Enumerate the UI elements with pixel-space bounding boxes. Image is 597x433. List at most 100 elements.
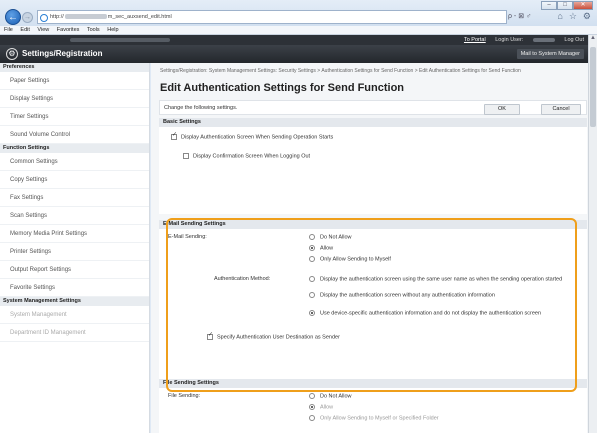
sidebar-item-department-id[interactable]: Department ID Management xyxy=(0,324,149,342)
ok-button[interactable]: OK xyxy=(484,104,520,115)
basic-settings-section: Basic Settings Display Authentication Sc… xyxy=(159,118,587,214)
scroll-up-icon[interactable]: ▲ xyxy=(589,35,597,45)
sidebar-item-display-settings[interactable]: Display Settings xyxy=(0,90,149,108)
sidebar-section-preferences: Preferences xyxy=(0,63,149,72)
display-auth-label: Display Authentication Screen When Sendi… xyxy=(181,134,334,141)
back-button[interactable]: ← xyxy=(5,9,21,25)
window-controls: – □ ✕ xyxy=(541,1,593,10)
email-opt-not-allow[interactable]: Do Not Allow xyxy=(309,234,352,241)
maximize-button[interactable]: □ xyxy=(557,1,573,10)
sidebar-section-function: Function Settings xyxy=(0,144,149,153)
sidebar-section-system-management: System Management Settings xyxy=(0,297,149,306)
display-confirm-label: Display Confirmation Screen When Logging… xyxy=(193,153,311,160)
mail-to-admin-button[interactable]: Mail to System Manager xyxy=(516,49,584,59)
display-auth-checkbox[interactable] xyxy=(171,132,177,140)
specify-dest-label: Specify Authentication User Destination … xyxy=(217,334,340,341)
file-opt-only[interactable]: Only Allow Sending to Myself or Specifie… xyxy=(309,415,439,422)
email-not-allow-radio[interactable] xyxy=(309,234,315,240)
sidebar-item-common-settings[interactable]: Common Settings xyxy=(0,153,149,171)
auth-same-user-radio[interactable] xyxy=(309,276,315,282)
sidebar-item-favorite-settings[interactable]: Favorite Settings xyxy=(0,279,149,297)
menu-help[interactable]: Help xyxy=(107,27,118,33)
file-only-radio[interactable] xyxy=(309,415,315,421)
device-name-redacted xyxy=(70,38,170,42)
sidebar-item-sound-volume[interactable]: Sound Volume Control xyxy=(0,126,149,144)
favorites-star-icon[interactable]: ☆ xyxy=(569,11,577,22)
email-sending-label: E-Mail Sending: xyxy=(168,234,207,240)
email-not-allow-label: Do Not Allow xyxy=(320,234,352,241)
tools-gear-icon[interactable]: ⚙ xyxy=(583,11,591,22)
address-tools[interactable]: ρ - ⊠ ♂ xyxy=(508,12,531,20)
display-confirm-option[interactable]: Display Confirmation Screen When Logging… xyxy=(183,153,310,160)
change-settings-bar: Change the following settings. OK Cancel xyxy=(159,100,587,115)
email-allow-label: Allow xyxy=(320,245,334,252)
menu-edit[interactable]: Edit xyxy=(20,27,29,33)
file-sending-header: File Sending Settings xyxy=(159,379,587,388)
sidebar-item-fax-settings[interactable]: Fax Settings xyxy=(0,189,149,207)
close-window-button[interactable]: ✕ xyxy=(573,1,593,10)
auth-no-info-radio[interactable] xyxy=(309,292,315,298)
home-icon[interactable]: ⌂ xyxy=(557,11,562,22)
email-sending-section: E-Mail Sending Settings E-Mail Sending: … xyxy=(159,220,587,390)
menu-view[interactable]: View xyxy=(37,27,49,33)
menu-file[interactable]: File xyxy=(4,27,13,33)
sidebar-item-system-management[interactable]: System Management xyxy=(0,306,149,324)
specify-dest-checkbox[interactable] xyxy=(207,332,213,340)
url-path: m_sec_auxsend_edit.html xyxy=(107,14,172,20)
address-bar[interactable]: http:// m_sec_auxsend_edit.html xyxy=(37,10,507,24)
display-auth-option[interactable]: Display Authentication Screen When Sendi… xyxy=(171,132,334,141)
sidebar-item-copy-settings[interactable]: Copy Settings xyxy=(0,171,149,189)
email-allow-radio[interactable] xyxy=(309,245,315,251)
file-only-label: Only Allow Sending to Myself or Specifie… xyxy=(320,415,439,422)
browser-titlebar: – □ ✕ ← → http:// m_sec_auxsend_edit.html… xyxy=(0,0,597,26)
file-allow-radio[interactable] xyxy=(309,404,315,410)
display-confirm-checkbox[interactable] xyxy=(183,153,189,159)
auth-opt-device-specific[interactable]: Use device-specific authentication infor… xyxy=(309,310,579,317)
sidebar: Preferences Paper Settings Display Setti… xyxy=(0,63,150,433)
specify-dest-option[interactable]: Specify Authentication User Destination … xyxy=(207,332,340,341)
sidebar-item-output-report[interactable]: Output Report Settings xyxy=(0,261,149,279)
sidebar-item-scan-settings[interactable]: Scan Settings xyxy=(0,207,149,225)
main-content: Settings/Registration: System Management… xyxy=(151,63,588,433)
file-opt-allow[interactable]: Allow xyxy=(309,404,333,411)
cancel-button[interactable]: Cancel xyxy=(541,104,581,115)
forward-button[interactable]: → xyxy=(22,12,33,23)
browser-toolbar-icons: ⌂ ☆ ⚙ xyxy=(557,11,591,22)
auth-device-specific-label: Use device-specific authentication infor… xyxy=(320,310,542,317)
sidebar-item-memory-media[interactable]: Memory Media Print Settings xyxy=(0,225,149,243)
email-opt-only-myself[interactable]: Only Allow Sending to Myself xyxy=(309,256,391,263)
auth-method-label: Authentication Method: xyxy=(214,276,271,282)
scrollbar-thumb[interactable] xyxy=(590,47,596,127)
auth-opt-same-user[interactable]: Display the authentication screen using … xyxy=(309,276,579,283)
file-not-allow-label: Do Not Allow xyxy=(320,393,352,400)
email-opt-allow[interactable]: Allow xyxy=(309,245,333,252)
file-sending-section: File Sending Settings File Sending: Do N… xyxy=(159,379,587,433)
vertical-scrollbar[interactable]: ▲ xyxy=(588,35,597,433)
email-sending-header: E-Mail Sending Settings xyxy=(159,220,587,229)
login-user-label: Login User: xyxy=(495,37,524,43)
email-only-myself-radio[interactable] xyxy=(309,256,315,262)
logout-link[interactable]: Log Out xyxy=(564,37,584,43)
sidebar-item-paper-settings[interactable]: Paper Settings xyxy=(0,72,149,90)
menu-favorites[interactable]: Favorites xyxy=(57,27,80,33)
settings-gear-icon: ⚙ xyxy=(6,48,18,60)
to-portal-link[interactable]: To Portal xyxy=(464,37,486,43)
url-redacted xyxy=(64,14,107,20)
menu-tools[interactable]: Tools xyxy=(87,27,100,33)
auth-device-specific-radio[interactable] xyxy=(309,310,315,316)
url-prefix: http:// xyxy=(50,14,64,20)
auth-opt-no-info[interactable]: Display the authentication screen withou… xyxy=(309,292,579,299)
minimize-button[interactable]: – xyxy=(541,1,557,10)
app-title-bar: ⚙ Settings/Registration Mail to System M… xyxy=(0,45,588,63)
file-sending-label: File Sending: xyxy=(168,393,201,399)
file-not-allow-radio[interactable] xyxy=(309,393,315,399)
login-user-redacted xyxy=(532,37,555,42)
file-opt-not-allow[interactable]: Do Not Allow xyxy=(309,393,352,400)
file-allow-label: Allow xyxy=(320,404,334,411)
app-title: Settings/Registration xyxy=(22,49,103,58)
auth-no-info-label: Display the authentication screen withou… xyxy=(320,292,495,299)
sidebar-item-timer-settings[interactable]: Timer Settings xyxy=(0,108,149,126)
sidebar-item-printer-settings[interactable]: Printer Settings xyxy=(0,243,149,261)
top-header-bar: To Portal Login User: Log Out xyxy=(0,35,588,45)
email-only-myself-label: Only Allow Sending to Myself xyxy=(320,256,391,263)
